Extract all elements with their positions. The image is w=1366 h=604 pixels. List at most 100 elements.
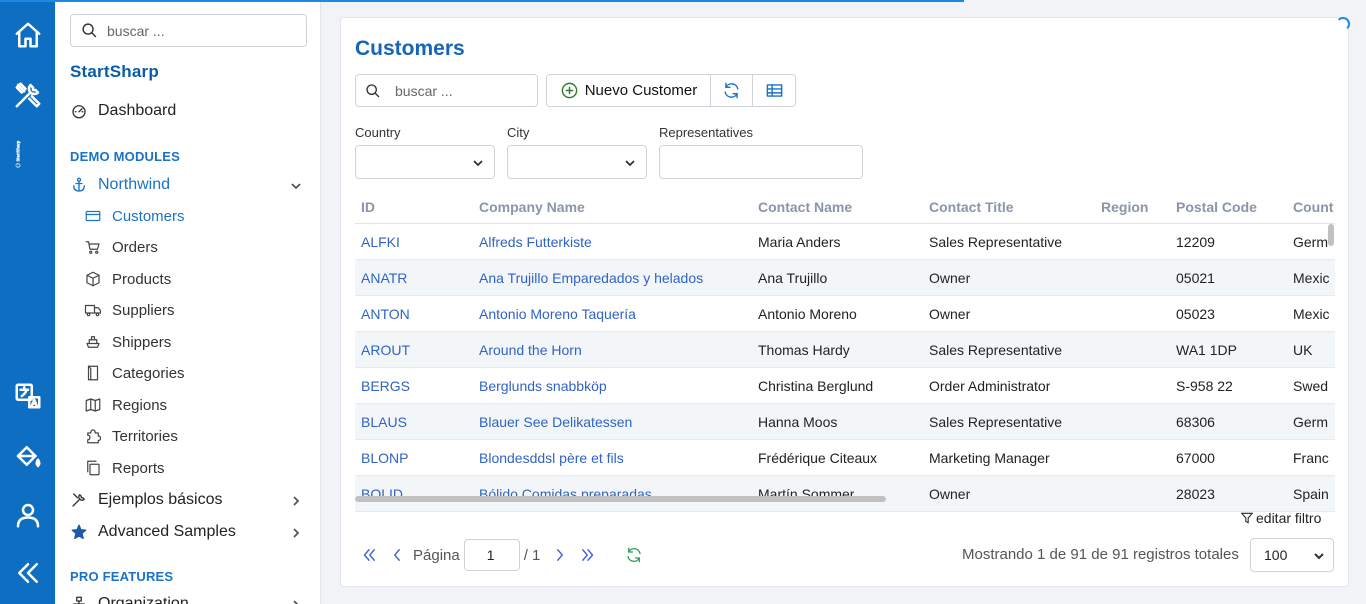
sidebar-item-shippers[interactable]: Shippers [84,331,171,353]
search-icon [366,83,380,97]
cell-id[interactable]: BERGS [361,378,410,394]
home-icon[interactable] [12,19,44,51]
refresh-button[interactable] [711,75,753,106]
sidebar-item-regions[interactable]: Regions [84,394,167,416]
column-picker-button[interactable] [753,75,795,106]
cell-company-name[interactable]: Ana Trujillo Emparedados y helados [479,270,703,286]
translate-icon[interactable] [12,380,44,412]
sidebar-item-northwind[interactable]: Northwind [70,173,170,197]
chevron-right-icon[interactable] [290,526,302,538]
sidebar-item-suppliers[interactable]: Suppliers [84,299,175,321]
first-page-button[interactable] [355,546,383,564]
column-header-postal-code[interactable]: Postal Code [1176,199,1257,215]
page-title: Customers [355,37,465,60]
sidebar-search-input[interactable]: buscar ... [70,14,307,47]
cell-id[interactable]: AROUT [361,342,410,358]
next-page-button[interactable] [546,546,574,564]
sidebar-item-reports[interactable]: Reports [84,457,165,479]
cell-company-name[interactable]: Around the Horn [479,342,582,358]
collapse-icon[interactable] [12,557,44,589]
table-row[interactable]: BERGS Berglunds snabbköp Christina Bergl… [355,368,1335,404]
user-icon[interactable] [12,499,44,531]
gauge-icon [72,105,86,119]
grid-search-input[interactable]: buscar ... [355,74,538,107]
sidebar-brand[interactable]: StartSharp [70,62,159,82]
ship-icon [86,336,100,348]
cell-country: Franc [1293,450,1329,466]
table-row[interactable]: BOLID Bólido Comidas preparadas Martín S… [355,476,1335,512]
new-customer-button[interactable]: Nuevo Customer [547,75,711,106]
chevron-right-icon[interactable] [290,598,302,604]
table-row[interactable]: AROUT Around the Horn Thomas Hardy Sales… [355,332,1335,368]
table-row[interactable]: BLONP Blondesddsl père et fils Frédériqu… [355,440,1335,476]
horizontal-scrollbar[interactable] [355,496,886,502]
city-filter-label: City [507,125,530,140]
cell-company-name[interactable]: Blondesddsl père et fils [479,450,624,466]
table-row[interactable]: BLAUS Blauer See Delikatessen Hanna Moos… [355,404,1335,440]
cell-contact-title: Owner [929,306,971,322]
sidebar-item-territories[interactable]: Territories [84,425,178,447]
paint-bucket-icon[interactable] [12,440,44,472]
sidebar-item-label: Organization [98,595,189,604]
chevron-right-icon[interactable] [290,494,302,506]
page-size-select[interactable]: 100 [1250,538,1334,572]
representatives-filter-input[interactable] [659,145,863,179]
cell-country: Spain [1293,486,1329,502]
cell-postal-code: 05023 [1176,306,1215,322]
edit-filter-link[interactable]: editar filtro [1240,510,1321,526]
pager-refresh-button[interactable] [620,546,648,564]
cell-id[interactable]: ANATR [361,270,407,286]
chevron-down-icon [1314,553,1324,560]
country-filter-select[interactable] [355,145,495,179]
cell-id[interactable]: BLONP [361,450,408,466]
page-number-input[interactable]: 1 [463,539,520,571]
sidebar-item-categories[interactable]: Categories [84,362,185,384]
cell-contact-title: Sales Representative [929,414,1063,430]
toolbar: Nuevo Customer [546,74,796,107]
column-header-company-name[interactable]: Company Name [479,199,585,215]
chevron-down-icon[interactable] [290,179,302,191]
map-icon [85,398,101,412]
sidebar-item-customers[interactable]: Customers [84,205,185,227]
folder-icon [87,365,99,381]
sidebar-item-organization[interactable]: Organization [70,592,189,604]
cell-company-name[interactable]: Blauer See Delikatessen [479,414,632,430]
copy-icon [87,460,100,476]
table-row[interactable]: ALFKI Alfreds Futterkiste Maria Anders S… [355,224,1335,260]
city-filter-select[interactable] [507,145,647,179]
last-page-button[interactable] [574,546,602,564]
section-pro-features: PRO FEATURES [70,569,174,584]
representatives-filter-label: Representatives [659,125,753,140]
sidebar-search-placeholder: buscar ... [107,22,165,39]
tools-icon[interactable] [12,79,44,111]
truck-icon [84,304,102,317]
table-row[interactable]: ANATR Ana Trujillo Emparedados y helados… [355,260,1335,296]
cell-id[interactable]: ANTON [361,306,410,322]
sidebar-item-advanced-samples[interactable]: Advanced Samples [70,520,236,544]
refresh-icon [724,82,739,99]
prev-page-button[interactable] [383,546,411,564]
cell-id[interactable]: BLAUS [361,414,407,430]
sidebar-item-orders[interactable]: Orders [84,236,158,258]
table-row[interactable]: ANTON Antonio Moreno Taquería Antonio Mo… [355,296,1335,332]
cell-company-name[interactable]: Antonio Moreno Taquería [479,306,636,322]
cell-id[interactable]: ALFKI [361,234,400,250]
column-header-region[interactable]: Region [1101,199,1148,215]
sidebar-item-label: Territories [112,427,178,445]
cell-country: Germ [1293,234,1328,250]
table-icon [766,84,782,97]
cell-company-name[interactable]: Berglunds snabbköp [479,378,607,394]
sidebar-item-dashboard[interactable]: Dashboard [70,99,176,123]
plus-circle-icon [561,82,578,99]
vertical-scrollbar[interactable] [1328,224,1334,246]
cell-contact-title: Marketing Manager [929,450,1050,466]
column-header-contact-title[interactable]: Contact Title [929,199,1014,215]
column-header-id[interactable]: ID [361,199,375,215]
column-header-contact-name[interactable]: Contact Name [758,199,852,215]
sidebar-item-products[interactable]: Products [84,268,171,290]
cell-contact-name: Thomas Hardy [758,342,850,358]
column-header-country[interactable]: Count [1293,199,1333,215]
sidebar-item-label: Products [112,270,172,288]
cell-company-name[interactable]: Alfreds Futterkiste [479,234,592,250]
sidebar-item-basic-samples[interactable]: Ejemplos básicos [70,488,223,512]
